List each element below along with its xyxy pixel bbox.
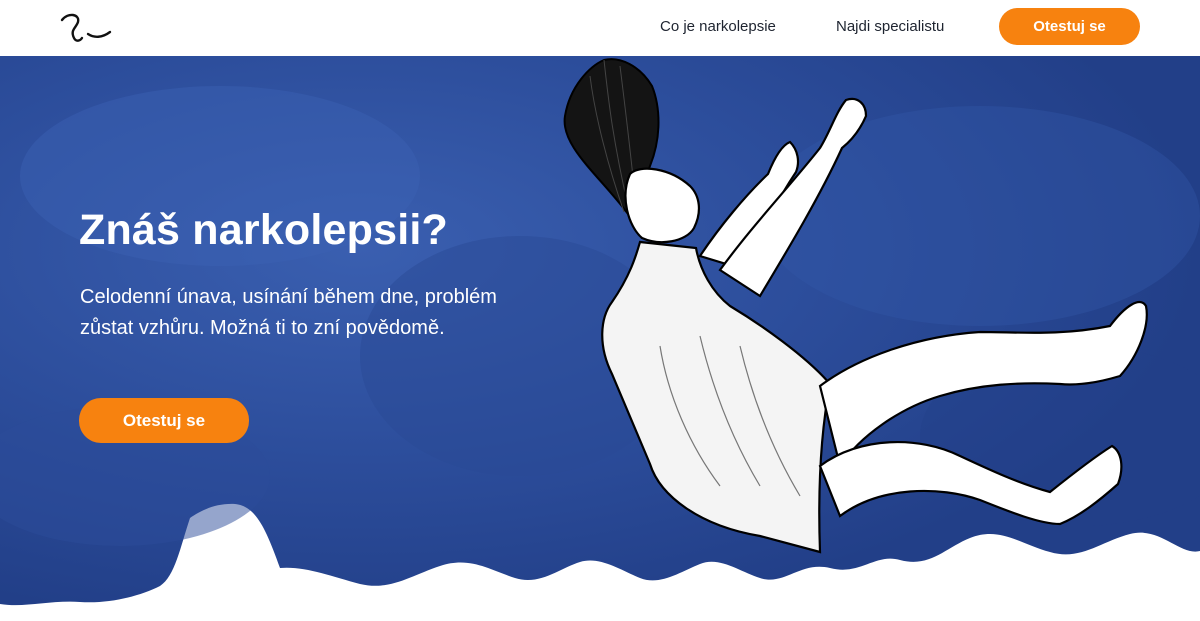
hero-subtitle: Celodenní únava, usínání během dne, prob… <box>80 286 497 339</box>
hero-section: Znáš narkolepsii? Celodenní únava, usíná… <box>0 56 1200 621</box>
hero-test-button[interactable]: Otestuj se <box>79 398 249 443</box>
page: Co je narkolepsie Najdi specialistu Otes… <box>0 0 1200 621</box>
header-test-button[interactable]: Otestuj se <box>999 8 1140 45</box>
logo-icon[interactable] <box>58 8 114 48</box>
nav-link-find-specialist[interactable]: Najdi specialistu <box>836 18 944 35</box>
nav-link-what-is-narcolepsy[interactable]: Co je narkolepsie <box>660 18 776 35</box>
hero-title: Znáš narkolepsii? <box>79 206 449 254</box>
site-header: Co je narkolepsie Najdi specialistu Otes… <box>0 0 1200 56</box>
